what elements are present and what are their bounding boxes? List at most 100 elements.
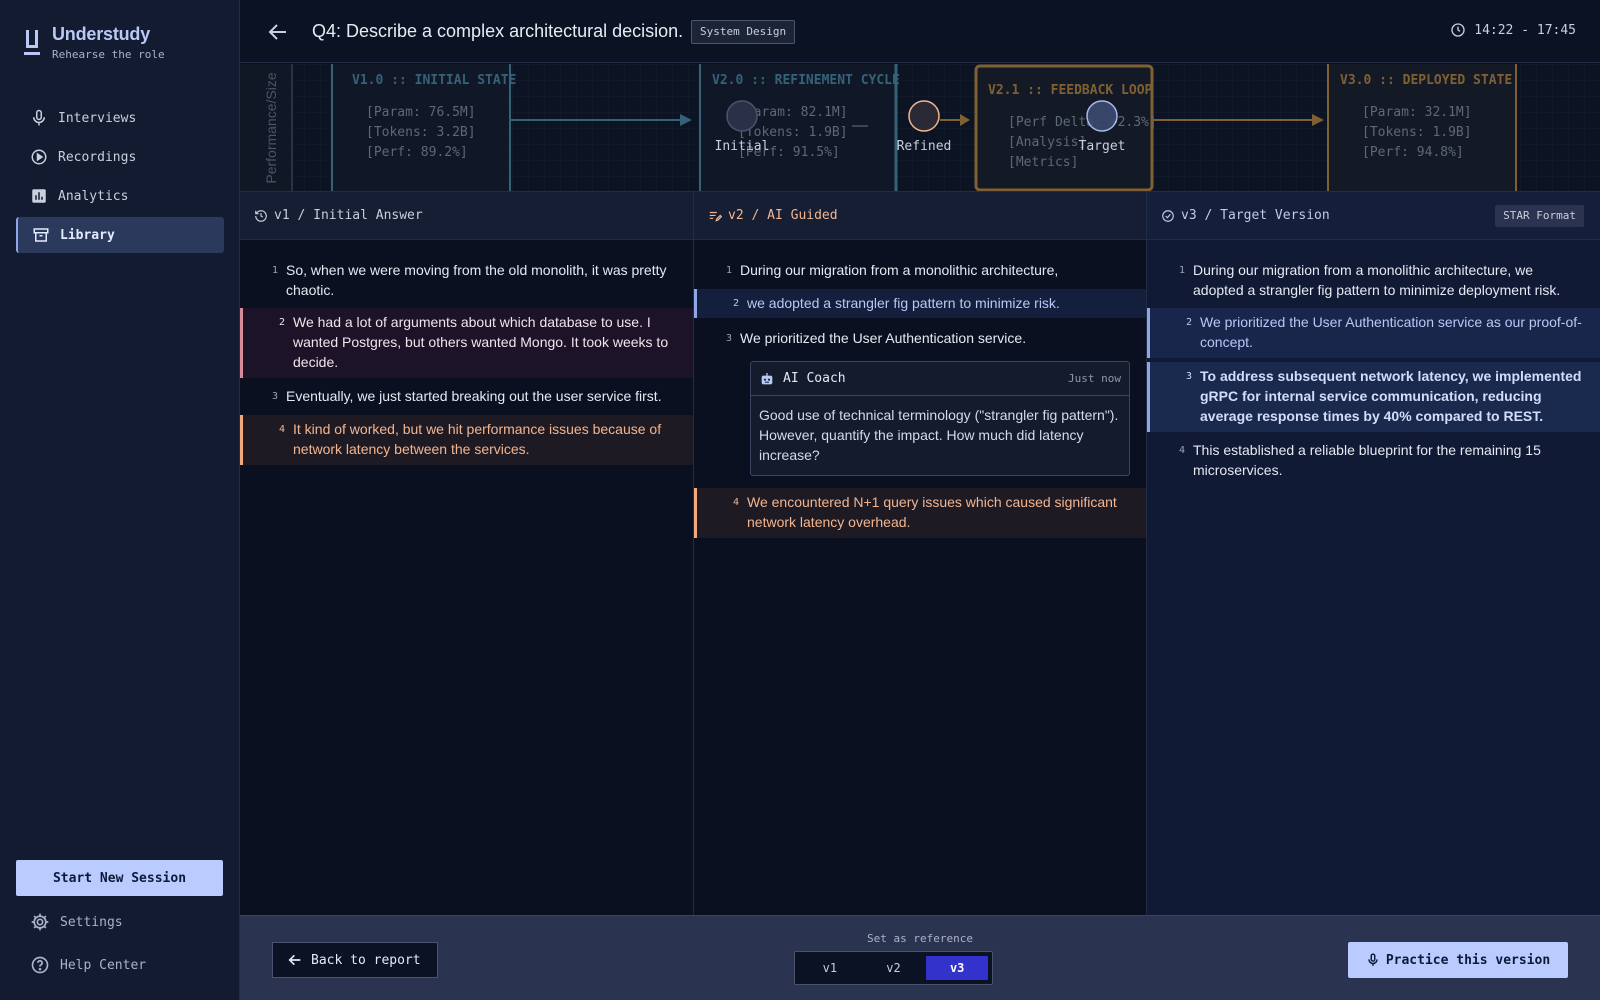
answer-line[interactable]: 1 So, when we were moving from the old mo… (240, 256, 693, 304)
answer-line-improved[interactable]: 2 We prioritized the User Authentication … (1147, 308, 1600, 358)
line-number: 2 (732, 298, 739, 309)
version-option-v1[interactable]: v1 (799, 956, 861, 980)
version-selector: v1 v2 v3 (794, 951, 993, 985)
back-to-report-label: Back to report (311, 952, 421, 968)
sidebar-nav: Interviews Recordings Analytics Library (16, 100, 224, 256)
line-text: To address subsequent network latency, w… (1200, 368, 1582, 424)
action-footer: Back to report Set as reference v1 v2 v3… (240, 915, 1600, 1000)
top-header: Q4: Describe a complex architectural dec… (240, 0, 1600, 63)
line-text: During our migration from a monolithic a… (740, 262, 1059, 278)
line-number: 2 (1185, 317, 1192, 328)
line-number: 4 (1178, 445, 1185, 456)
time-range: 14:22 - 17:45 (1450, 22, 1576, 38)
brand[interactable]: Understudy Rehearse the role (24, 24, 165, 61)
line-number: 1 (271, 265, 278, 276)
line-text: we adopted a strangler fig pattern to mi… (747, 295, 1060, 311)
sidebar-item-interviews[interactable]: Interviews (16, 100, 224, 136)
column-v2: v2 / AI Guided 1 During our migration fro… (694, 192, 1147, 915)
start-new-session-button[interactable]: Start New Session (16, 860, 223, 896)
history-icon (255, 209, 267, 222)
line-text: We encountered N+1 query issues which ca… (747, 494, 1117, 530)
version-option-v2[interactable]: v2 (863, 956, 925, 980)
settings-link[interactable]: Settings (30, 912, 123, 932)
sidebar-item-label: Library (60, 227, 115, 243)
line-text: During our migration from a monolithic a… (1193, 262, 1561, 298)
step-initial-marker (726, 100, 758, 132)
line-text: Eventually, we just started breaking out… (286, 388, 662, 404)
timeline-graphic: Performance/Size V1.0 :: INITIAL STATE [… (240, 64, 1600, 191)
answer-line[interactable]: 4 This established a reliable blueprint f… (1147, 436, 1600, 484)
category-tag: System Design (691, 20, 796, 44)
line-text: So, when we were moving from the old mon… (286, 262, 667, 298)
star-format-tag: STAR Format (1495, 205, 1584, 227)
line-number: 4 (278, 424, 285, 435)
question-title: Q4: Describe a complex architectural dec… (312, 21, 684, 41)
bar-chart-icon (32, 189, 46, 203)
robot-icon (761, 372, 773, 384)
answer-line-flagged[interactable]: 2 We had a lot of arguments about which d… (240, 308, 693, 378)
play-circle-icon (31, 149, 47, 165)
column-v1-title: v1 / Initial Answer (274, 208, 423, 223)
ai-coach-header: AI Coach Just now (751, 362, 1129, 396)
sidebar: Understudy Rehearse the role Interviews … (0, 0, 240, 1000)
answer-line-improved[interactable]: 2 we adopted a strangler fig pattern to m… (694, 289, 1146, 318)
line-number: 1 (725, 265, 732, 276)
step-target-marker (1086, 100, 1118, 132)
line-number: 3 (271, 391, 278, 402)
line-text: We had a lot of arguments about which da… (293, 314, 669, 370)
gear-icon (31, 913, 49, 931)
version-option-v3[interactable]: v3 (926, 956, 989, 980)
column-v2-title: v2 / AI Guided (728, 208, 838, 223)
practice-version-button[interactable]: Practice this version (1348, 942, 1568, 978)
column-v3: v3 / Target Version STAR Format 1 During … (1147, 192, 1600, 915)
line-text: We prioritized the User Authentication s… (740, 330, 1027, 346)
answer-line[interactable]: 1 During our migration from a monolithic … (1147, 256, 1600, 304)
line-text: We prioritized the User Authentication s… (1200, 314, 1582, 350)
column-v1: v1 / Initial Answer 1 So, when we were mo… (240, 192, 694, 915)
ai-coach-timestamp: Just now (1068, 372, 1121, 385)
help-circle-icon (31, 956, 49, 974)
ai-coach-title: AI Coach (783, 371, 846, 386)
line-text: This established a reliable blueprint fo… (1193, 442, 1541, 478)
settings-label: Settings (60, 914, 123, 930)
archive-icon (33, 228, 49, 242)
help-center-label: Help Center (60, 957, 147, 973)
step-initial-label: Initial (715, 139, 770, 154)
microphone-icon (33, 109, 45, 126)
line-number: 3 (1185, 371, 1192, 382)
reference-label: Set as reference (867, 932, 973, 945)
brand-name: Understudy (52, 24, 151, 44)
step-target-label: Target (1079, 139, 1126, 154)
step-refined-marker (908, 100, 940, 132)
answer-line[interactable]: 3 We prioritized the User Authentication … (694, 322, 1146, 353)
sidebar-item-recordings[interactable]: Recordings (16, 139, 224, 175)
answer-line[interactable]: 1 During our migration from a monolithic … (694, 256, 1146, 285)
column-v3-header: v3 / Target Version STAR Format (1147, 192, 1600, 240)
clock-icon (1451, 23, 1465, 37)
line-number: 4 (732, 497, 739, 508)
sidebar-item-library[interactable]: Library (16, 217, 224, 253)
line-number: 1 (1178, 265, 1185, 276)
back-arrow-icon[interactable] (266, 20, 290, 44)
step-refined-label: Refined (897, 139, 952, 154)
sidebar-item-analytics[interactable]: Analytics (16, 178, 224, 214)
ai-coach-message: Good use of technical terminology ("stra… (759, 407, 1119, 463)
answer-line-warning[interactable]: 4 We encountered N+1 query issues which c… (694, 488, 1146, 538)
line-number: 3 (725, 333, 732, 344)
ai-coach-card: AI Coach Just now Good use of technical … (750, 361, 1130, 476)
sidebar-item-label: Interviews (58, 110, 137, 126)
help-center-link[interactable]: Help Center (30, 955, 146, 975)
answer-line[interactable]: 3 Eventually, we just started breaking ou… (240, 382, 693, 411)
sidebar-item-label: Analytics (58, 188, 129, 204)
brand-tagline: Rehearse the role (52, 48, 165, 61)
arrow-left-icon (288, 954, 301, 966)
edit-list-icon (709, 211, 722, 222)
check-circle-icon (1162, 209, 1174, 222)
line-text: It kind of worked, but we hit performanc… (293, 421, 662, 457)
back-to-report-button[interactable]: Back to report (272, 942, 438, 978)
version-timeline-banner: Performance/Size V1.0 :: INITIAL STATE [… (240, 64, 1600, 192)
answer-line-key[interactable]: 3 To address subsequent network latency, … (1147, 362, 1600, 432)
line-number: 2 (278, 317, 285, 328)
answer-line-warning[interactable]: 4 It kind of worked, but we hit performan… (240, 415, 693, 465)
column-v1-header: v1 / Initial Answer (240, 192, 693, 240)
